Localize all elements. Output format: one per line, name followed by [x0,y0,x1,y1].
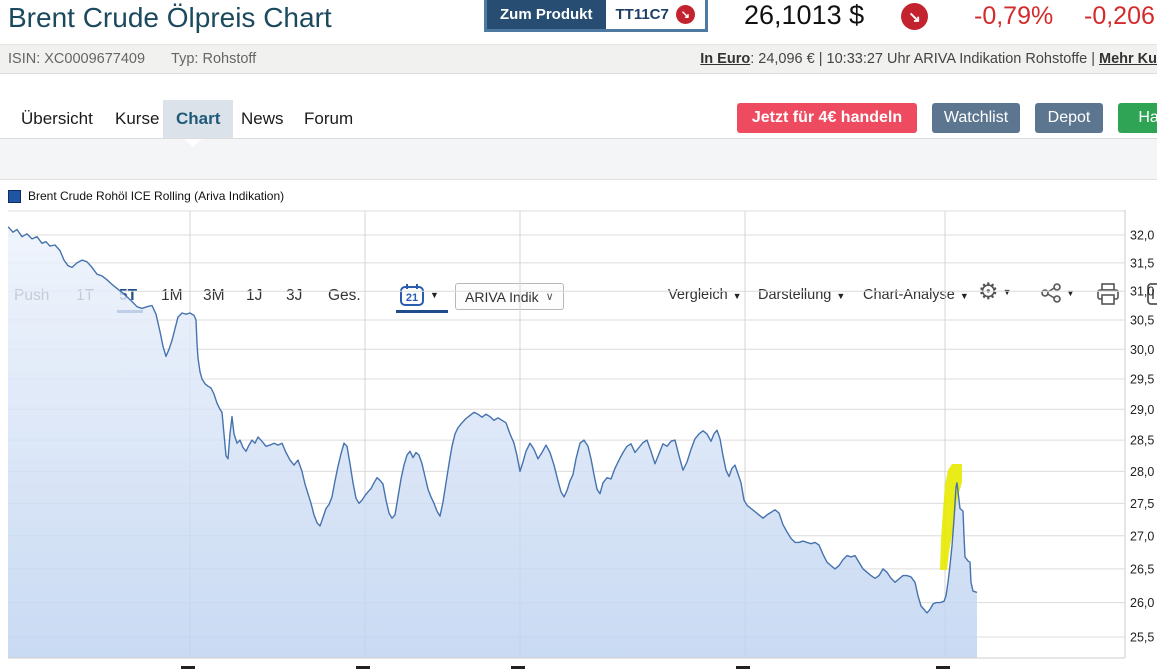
zum-produkt-button[interactable]: Zum Produkt [487,0,606,29]
active-tab-notch [184,139,202,147]
euro-quote: In Euro: 24,096 € | 10:33:27 Uhr ARIVA I… [700,51,1157,67]
y-axis-label: 31,5 [1130,256,1154,270]
chart-toolbar: Push1T5T1M3M1J3JGes. 21 ▼ARIVA Indik∨Ver… [0,138,1157,180]
wkn-box: TT11C7 ↘ [606,0,705,29]
tab-bar: ÜbersichtKurseChartNewsForum Jetzt für 4€… [0,100,1157,138]
chart-legend: Brent Crude Rohöl ICE Rolling (Ariva Ind… [8,189,284,203]
tab-chart[interactable]: Chart [163,100,233,138]
wkn-code: TT11C7 [616,6,669,23]
action-button-2[interactable]: Depot [1035,103,1103,133]
y-axis-label: 28,0 [1130,465,1154,479]
info-bar: ISIN: XC0009677409 Typ: Rohstoff In Euro:… [0,44,1157,74]
instrument-meta: ISIN: XC0009677409 Typ: Rohstoff [8,51,282,67]
tab-kurse[interactable]: Kurse [102,100,172,138]
x-tick-label-cutoff [356,666,370,669]
down-arrow-icon: ↘ [676,5,695,24]
y-axis-label: 29,5 [1130,373,1154,387]
y-axis-label: 28,5 [1130,434,1154,448]
mehr-kurse-link[interactable]: Mehr Ku [1099,51,1157,67]
legend-swatch [8,190,21,203]
isin-label: ISIN: XC0009677409 [8,51,145,67]
x-tick-label-cutoff [181,666,195,669]
legend-label: Brent Crude Rohöl ICE Rolling (Ariva Ind… [28,189,284,203]
euro-quote-text: : 24,096 € | 10:33:27 Uhr ARIVA Indikati… [750,51,1099,67]
y-axis-label: 30,5 [1130,313,1154,327]
x-tick-label-cutoff [511,666,525,669]
tab-news[interactable]: News [228,100,297,138]
y-axis-label: 26,5 [1130,562,1154,576]
x-tick-label-cutoff [936,666,950,669]
page-title: Brent Crude Ölpreis Chart [8,2,332,34]
y-axis-label: 25,5 [1130,630,1154,644]
y-axis-label: 26,0 [1130,596,1154,610]
tab-forum[interactable]: Forum [291,100,366,138]
action-button-3[interactable]: Han [1118,103,1157,133]
down-arrow-icon: ↘ [901,3,928,30]
change-absolute: -0,206 [1084,2,1155,31]
price-chart[interactable]: 32,0 31,5 31,0 30,5 30,0 29,5 29,0 28,5 28,0 27,5… [8,210,1157,672]
action-button-1[interactable]: Watchlist [932,103,1020,133]
in-euro-link[interactable]: In Euro [700,51,750,67]
y-axis-label: 27,0 [1130,529,1154,543]
tab-übersicht[interactable]: Übersicht [8,100,106,138]
product-assembly: Zum Produkt TT11C7 ↘ [484,0,708,32]
current-price: 26,1013 $ [744,0,864,31]
x-tick-label-cutoff [736,666,750,669]
change-percent: -0,79% [974,2,1053,31]
y-axis-label: 27,5 [1130,497,1154,511]
y-axis-label: 30,0 [1130,343,1154,357]
y-axis-label: 32,0 [1130,229,1154,243]
action-button-0[interactable]: Jetzt für 4€ handeln [737,103,917,133]
y-axis-label: 29,0 [1130,403,1154,417]
y-axis-label: 31,0 [1130,285,1154,299]
typ-label: Typ: Rohstoff [171,51,256,67]
